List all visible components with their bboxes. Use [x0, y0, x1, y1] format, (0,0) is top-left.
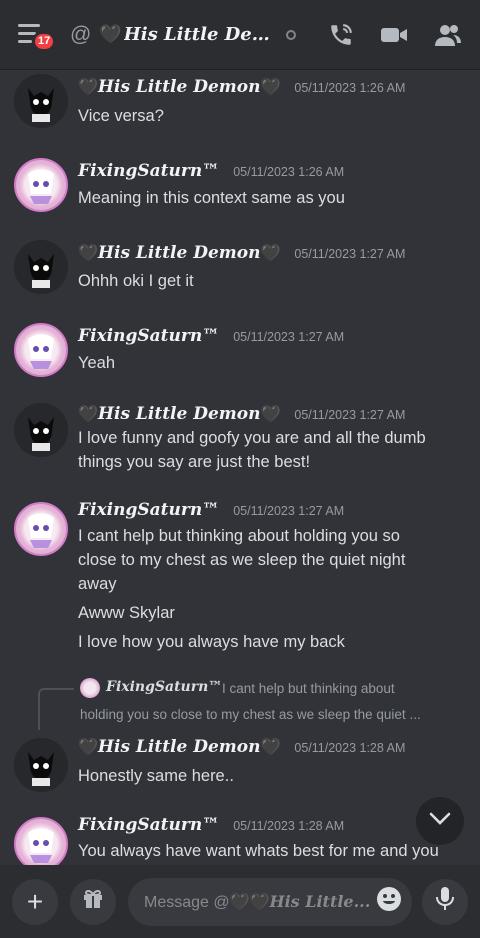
message-text: away [78, 575, 117, 593]
video-icon[interactable] [380, 23, 408, 47]
plus-icon: + [26, 885, 44, 917]
avatar[interactable] [14, 74, 68, 128]
avatar[interactable] [14, 240, 68, 294]
author-name[interactable]: FixingSaturn™ [78, 500, 219, 520]
avatar[interactable] [14, 817, 68, 865]
author-name[interactable]: His Little Demon [98, 737, 261, 757]
at-icon: @ [70, 22, 92, 46]
black-heart-emoji: 🖤 [260, 406, 281, 423]
timestamp: 05/11/2023 1:28 AM [294, 741, 406, 755]
message-list[interactable]: 🖤 His Little Demon 🖤 05/11/2023 1:26 AM … [0, 70, 480, 865]
timestamp: 05/11/2023 1:27 AM [294, 247, 406, 261]
black-heart-emoji: 🖤 [99, 24, 122, 44]
message-text: You always have want whats best for me a… [78, 842, 439, 860]
timestamp: 05/11/2023 1:27 AM [294, 408, 406, 422]
message-composer: + Message @🖤🖤His Little... [0, 865, 480, 938]
black-heart-emoji: 🖤 [260, 79, 281, 96]
message-text: Meaning in this context same as you [78, 189, 345, 207]
jump-to-present-button[interactable] [416, 797, 464, 845]
channel-title[interactable]: His Little Dem... [124, 24, 274, 45]
black-heart-emoji: 🖤 [78, 245, 98, 262]
message-text: I love funny and goofy you are and all t… [78, 429, 426, 447]
author-name[interactable]: FixingSaturn™ [78, 815, 219, 835]
call-icon[interactable] [328, 22, 354, 48]
timestamp: 05/11/2023 1:27 AM [233, 504, 345, 518]
reply-connector [38, 688, 74, 730]
message-text: close to my chest as we sleep the quiet … [78, 551, 406, 569]
black-heart-emoji: 🖤 [78, 406, 98, 423]
message-text: Ohhh oki I get it [78, 272, 194, 290]
members-icon[interactable] [434, 22, 462, 48]
message-text: things you say are just the best! [78, 453, 311, 471]
timestamp: 05/11/2023 1:28 AM [233, 819, 345, 833]
message-text: Vice versa? [78, 107, 164, 125]
author-name[interactable]: FixingSaturn™ [78, 161, 219, 181]
status-idle-icon [285, 29, 296, 40]
timestamp: 05/11/2023 1:27 AM [233, 330, 345, 344]
message-placeholder: Message @🖤🖤His Little... [144, 891, 371, 911]
avatar[interactable] [14, 403, 68, 457]
black-heart-emoji: 🖤 [78, 79, 98, 96]
microphone-icon [435, 886, 455, 917]
emoji-icon[interactable] [376, 886, 402, 917]
avatar[interactable] [14, 323, 68, 377]
author-name[interactable]: FixingSaturn™ [78, 326, 219, 346]
reply-preview-text[interactable]: I cant help but thinking about [222, 681, 395, 696]
menu-icon[interactable]: 17 [18, 22, 57, 52]
black-heart-emoji: 🖤 [78, 739, 98, 756]
avatar[interactable] [14, 502, 68, 556]
black-heart-emoji: 🖤 [260, 245, 281, 262]
avatar[interactable] [14, 738, 68, 792]
timestamp: 05/11/2023 1:26 AM [294, 81, 406, 95]
black-heart-emoji: 🖤 [260, 739, 281, 756]
reply-author[interactable]: FixingSaturn™ [106, 679, 222, 695]
author-name[interactable]: His Little Demon [98, 243, 261, 263]
message-text: Awww Skylar [78, 604, 175, 622]
message-text: Honestly same here.. [78, 767, 234, 785]
reply-preview-text[interactable]: holding you so close to my chest as we s… [80, 707, 421, 722]
unread-badge: 17 [32, 30, 57, 52]
gift-button[interactable] [70, 878, 116, 925]
author-name[interactable]: His Little Demon [98, 77, 261, 97]
avatar[interactable] [14, 158, 68, 212]
message-text: Yeah [78, 354, 116, 372]
message-text: I cant help but thinking about holding y… [78, 527, 400, 545]
voice-message-button[interactable] [422, 878, 468, 925]
message-text: I love how you always have my back [78, 633, 345, 651]
author-name[interactable]: His Little Demon [98, 404, 261, 424]
message-input[interactable]: Message @🖤🖤His Little... [128, 877, 412, 926]
reply-avatar [80, 678, 100, 698]
channel-header: 17 @ 🖤 His Little Dem... [0, 0, 480, 70]
chevron-down-icon [429, 812, 451, 831]
gift-icon [81, 887, 105, 916]
plus-button[interactable]: + [12, 878, 58, 925]
timestamp: 05/11/2023 1:26 AM [233, 165, 345, 179]
